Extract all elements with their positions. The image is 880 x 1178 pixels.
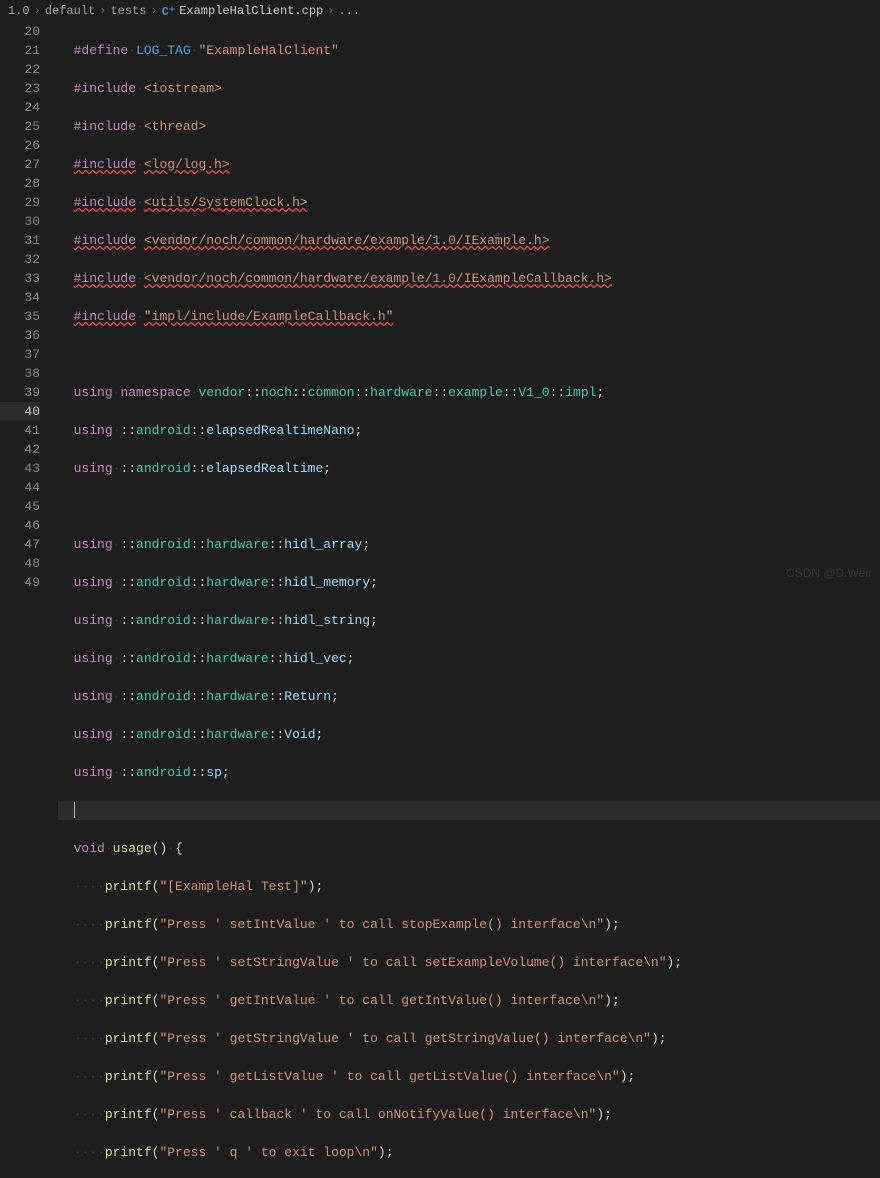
chevron-right-icon: ›: [327, 4, 334, 18]
code-line[interactable]: #include·<iostream>: [58, 79, 880, 98]
cpp-file-icon: C⁺: [162, 4, 176, 19]
breadcrumb-item[interactable]: default: [45, 4, 95, 18]
code-line[interactable]: [58, 345, 880, 364]
text-cursor: [74, 802, 75, 818]
line-number: 29: [0, 193, 40, 212]
line-number: 36: [0, 326, 40, 345]
code-line[interactable]: using·::android::hardware::hidl_memory;: [58, 573, 880, 592]
code-line[interactable]: [58, 497, 880, 516]
code-line[interactable]: using·::android::hardware::hidl_array;: [58, 535, 880, 554]
line-number: 40: [0, 402, 40, 421]
line-number: 37: [0, 345, 40, 364]
code-line[interactable]: using·::android::sp;: [58, 763, 880, 782]
code-line[interactable]: void·usage()·{: [58, 839, 880, 858]
breadcrumb-item[interactable]: tests: [110, 4, 146, 18]
code-line[interactable]: ····printf("Press ' getStringValue ' to …: [58, 1029, 880, 1048]
code-line[interactable]: ····printf("Press ' q ' to exit loop\n")…: [58, 1143, 880, 1162]
line-number: 28: [0, 174, 40, 193]
chevron-right-icon: ›: [34, 4, 41, 18]
chevron-right-icon: ›: [99, 4, 106, 18]
code-line[interactable]: #include·<utils/SystemClock.h>: [58, 193, 880, 212]
code-line[interactable]: ····printf("Press ' getListValue ' to ca…: [58, 1067, 880, 1086]
line-number: 21: [0, 41, 40, 60]
code-line[interactable]: using·::android::hardware::hidl_vec;: [58, 649, 880, 668]
breadcrumb-item[interactable]: 1.0: [8, 4, 30, 18]
line-number: 46: [0, 516, 40, 535]
line-number: 45: [0, 497, 40, 516]
line-number: 25: [0, 117, 40, 136]
line-number: 39: [0, 383, 40, 402]
line-number: 49: [0, 573, 40, 592]
code-area[interactable]: #define·LOG_TAG·"ExampleHalClient" #incl…: [54, 22, 880, 589]
code-editor[interactable]: 20 21 22 23 24 25 26 27 28 29 30 31 32 3…: [0, 22, 880, 589]
code-line[interactable]: ····printf("Press ' getIntValue ' to cal…: [58, 991, 880, 1010]
breadcrumb-trail[interactable]: ...: [338, 4, 360, 18]
code-line[interactable]: using·namespace·vendor::noch::common::ha…: [58, 383, 880, 402]
code-line[interactable]: #define·LOG_TAG·"ExampleHalClient": [58, 41, 880, 60]
code-line[interactable]: #include·<vendor/noch/common/hardware/ex…: [58, 231, 880, 250]
line-number: 24: [0, 98, 40, 117]
code-line[interactable]: #include·"impl/include/ExampleCallback.h…: [58, 307, 880, 326]
code-line[interactable]: [58, 801, 880, 820]
code-line[interactable]: ····printf("Press ' setStringValue ' to …: [58, 953, 880, 972]
line-number: 44: [0, 478, 40, 497]
code-line[interactable]: ····printf("Press ' setIntValue ' to cal…: [58, 915, 880, 934]
line-number: 43: [0, 459, 40, 478]
line-number: 41: [0, 421, 40, 440]
code-line[interactable]: using·::android::hardware::Void;: [58, 725, 880, 744]
breadcrumb-file[interactable]: ExampleHalClient.cpp: [179, 4, 323, 18]
line-number: 30: [0, 212, 40, 231]
line-number: 34: [0, 288, 40, 307]
line-number: 23: [0, 79, 40, 98]
code-line[interactable]: using·::android::hardware::hidl_string;: [58, 611, 880, 630]
line-number-gutter: 20 21 22 23 24 25 26 27 28 29 30 31 32 3…: [0, 22, 54, 589]
code-line[interactable]: #include·<vendor/noch/common/hardware/ex…: [58, 269, 880, 288]
line-number: 33: [0, 269, 40, 288]
line-number: 38: [0, 364, 40, 383]
line-number: 26: [0, 136, 40, 155]
code-line[interactable]: using·::android::hardware::Return;: [58, 687, 880, 706]
code-line[interactable]: #include·<thread>: [58, 117, 880, 136]
code-line[interactable]: ····printf("[ExampleHal Test]");: [58, 877, 880, 896]
code-line[interactable]: #include·<log/log.h>: [58, 155, 880, 174]
watermark: CSDN @D.Weir: [786, 564, 872, 583]
line-number: 20: [0, 22, 40, 41]
code-line[interactable]: using·::android::elapsedRealtime;: [58, 459, 880, 478]
line-number: 48: [0, 554, 40, 573]
line-number: 22: [0, 60, 40, 79]
line-number: 27: [0, 155, 40, 174]
breadcrumb[interactable]: 1.0 › default › tests › C⁺ ExampleHalCli…: [0, 0, 880, 22]
code-line[interactable]: ····printf("Press ' callback ' to call o…: [58, 1105, 880, 1124]
line-number: 42: [0, 440, 40, 459]
line-number: 35: [0, 307, 40, 326]
code-line[interactable]: using·::android::elapsedRealtimeNano;: [58, 421, 880, 440]
line-number: 31: [0, 231, 40, 250]
chevron-right-icon: ›: [150, 4, 157, 18]
line-number: 32: [0, 250, 40, 269]
line-number: 47: [0, 535, 40, 554]
